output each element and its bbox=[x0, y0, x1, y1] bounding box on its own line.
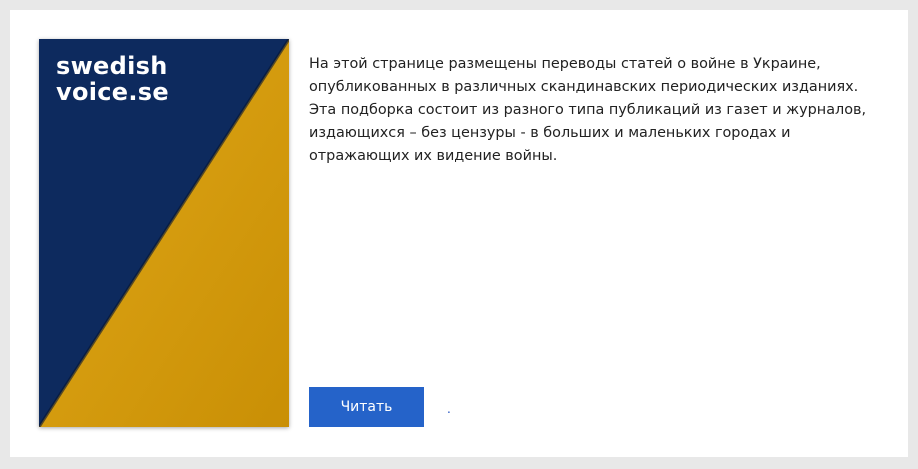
read-button[interactable]: Читать bbox=[309, 387, 424, 427]
swedish-voice-logo: swedish voice.se bbox=[56, 53, 169, 105]
cover-image: swedish voice.se bbox=[39, 39, 289, 427]
logo-line-2: voice.se bbox=[56, 78, 169, 106]
dot-link[interactable]: . bbox=[447, 402, 451, 416]
description-text: На этой странице размещены переводы стат… bbox=[309, 56, 867, 164]
logo-line-1: swedish bbox=[56, 52, 168, 80]
content-card: swedish voice.se На этой странице размещ… bbox=[10, 10, 908, 457]
